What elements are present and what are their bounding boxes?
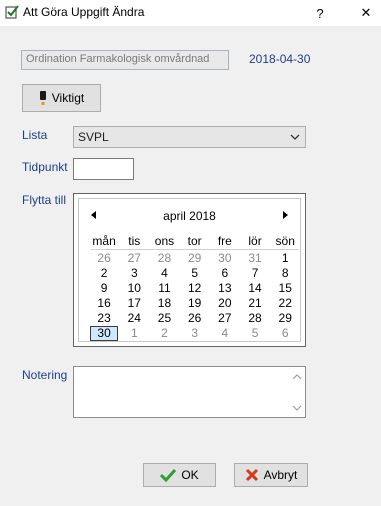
calendar-inner: april 2018 mån tis ons tor fre lör sön 26 27 28 29… <box>78 198 301 342</box>
exclamation-icon <box>39 91 46 105</box>
ok-label: OK <box>181 468 199 482</box>
calendar-week-row: 16 17 18 19 20 21 22 <box>89 296 301 311</box>
notering-textarea[interactable] <box>73 366 306 418</box>
calendar-weekday-header: mån tis ons tor fre lör sön <box>89 233 301 249</box>
checkmark-icon <box>160 468 177 482</box>
calendar-week-row: 23 24 25 26 27 28 29 <box>89 311 301 326</box>
calendar-day[interactable]: 19 <box>180 296 210 311</box>
task-date: 2018-04-30 <box>249 52 311 66</box>
chevron-down-icon <box>290 134 300 140</box>
help-button[interactable]: ? <box>298 0 342 26</box>
calendar-week-row: 2345678 <box>89 266 301 281</box>
calendar-day[interactable]: 27 <box>119 251 149 266</box>
weekday-label: tor <box>187 234 202 248</box>
weekday-label: lör <box>248 234 262 248</box>
weekday-label: ons <box>154 234 175 248</box>
close-button[interactable]: ✕ <box>344 0 381 26</box>
calendar-day[interactable]: 17 <box>119 296 149 311</box>
calendar-day[interactable]: 10 <box>119 281 149 296</box>
task-description-field: Ordination Farmakologisk omvårdnad <box>21 50 229 70</box>
calendar-day[interactable]: 3 <box>119 266 149 281</box>
notering-label: Notering <box>22 368 68 382</box>
weekday-label: mån <box>92 234 116 248</box>
calendar-day[interactable]: 28 <box>240 311 270 326</box>
calendar-day[interactable]: 13 <box>210 281 240 296</box>
window-title: Att Göra Uppgift Ändra <box>23 5 145 19</box>
calendar-day[interactable]: 15 <box>270 281 300 296</box>
calendar: april 2018 mån tis ons tor fre lör sön 26 27 28 29… <box>73 193 306 347</box>
calendar-day[interactable]: 22 <box>270 296 300 311</box>
calendar-month-label: april 2018 <box>163 209 216 223</box>
weekday-label: tis <box>128 234 141 248</box>
calendar-day[interactable]: 12 <box>180 281 210 296</box>
calendar-grid: mån tis ons tor fre lör sön 26 27 28 29 30 31 1 2 3 4 5 6 7… <box>89 233 301 341</box>
weekday-label: sön <box>275 234 295 248</box>
viktigt-button[interactable]: Viktigt <box>22 84 101 112</box>
flytta-till-label: Flytta till <box>22 193 67 207</box>
calendar-day[interactable]: 4 <box>149 266 179 281</box>
calendar-day[interactable]: 26 <box>180 311 210 326</box>
calendar-week-row: 26 27 28 29 30 31 1 <box>89 251 301 266</box>
calendar-day[interactable]: 8 <box>270 266 300 281</box>
calendar-header-divider <box>91 249 299 250</box>
calendar-day[interactable]: 29 <box>180 251 210 266</box>
calendar-day[interactable]: 20 <box>210 296 240 311</box>
calendar-day[interactable]: 25 <box>149 311 179 326</box>
cancel-label: Avbryt <box>263 468 298 482</box>
calendar-day[interactable]: 26 <box>89 251 119 266</box>
calendar-day[interactable]: 2 <box>89 266 119 281</box>
calendar-day[interactable]: 6 <box>210 266 240 281</box>
lista-value: SVPL <box>78 130 109 144</box>
lista-dropdown[interactable]: SVPL <box>73 126 306 148</box>
cancel-button[interactable]: Avbryt <box>234 463 308 487</box>
calendar-day[interactable]: 24 <box>119 311 149 326</box>
calendar-day[interactable]: 28 <box>149 251 179 266</box>
calendar-day[interactable]: 27 <box>210 311 240 326</box>
calendar-day[interactable]: 4 <box>210 326 240 341</box>
calendar-day[interactable]: 1 <box>119 326 149 341</box>
calendar-week-row: 9 10 11 12 13 14 15 <box>89 281 301 296</box>
calendar-day[interactable]: 7 <box>240 266 270 281</box>
tidpunkt-input[interactable] <box>73 158 134 180</box>
checklist-icon <box>5 5 19 19</box>
calendar-day[interactable]: 5 <box>180 266 210 281</box>
calendar-day[interactable]: 21 <box>240 296 270 311</box>
calendar-day[interactable]: 16 <box>89 296 119 311</box>
calendar-day-selected[interactable]: 30 <box>90 326 119 341</box>
viktigt-label: Viktigt <box>51 91 85 105</box>
calendar-day[interactable]: 5 <box>240 326 270 341</box>
calendar-week-row: 30 1 2 3 4 5 6 <box>89 326 301 341</box>
calendar-day[interactable]: 30 <box>210 251 240 266</box>
tidpunkt-label: Tidpunkt <box>22 160 68 174</box>
scroll-down-icon[interactable] <box>292 404 302 412</box>
calendar-day[interactable]: 14 <box>240 281 270 296</box>
lista-label: Lista <box>22 128 48 142</box>
calendar-day[interactable]: 2 <box>149 326 179 341</box>
calendar-day[interactable]: 18 <box>149 296 179 311</box>
weekday-label: fre <box>217 234 232 248</box>
calendar-day[interactable]: 23 <box>89 311 119 326</box>
calendar-day[interactable]: 29 <box>270 311 300 326</box>
cross-icon <box>245 468 258 482</box>
ok-button[interactable]: OK <box>143 463 216 487</box>
calendar-day[interactable]: 31 <box>240 251 270 266</box>
calendar-day[interactable]: 6 <box>270 326 300 341</box>
scroll-up-icon[interactable] <box>292 373 302 381</box>
calendar-day[interactable]: 11 <box>149 281 179 296</box>
next-month-arrow-icon[interactable] <box>279 209 291 221</box>
calendar-day[interactable]: 3 <box>180 326 210 341</box>
calendar-day[interactable]: 1 <box>270 251 300 266</box>
calendar-day[interactable]: 9 <box>89 281 119 296</box>
